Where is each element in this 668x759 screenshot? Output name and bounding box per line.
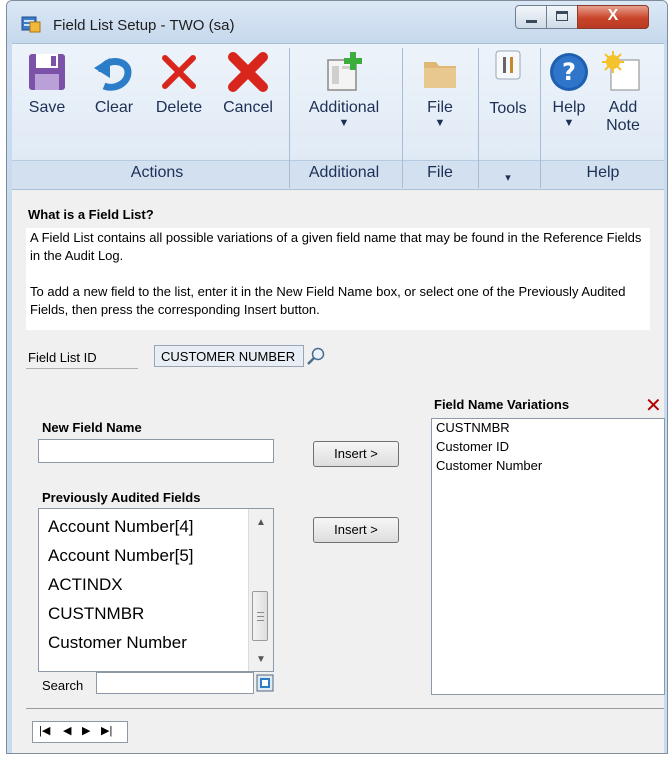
minimize-icon — [526, 20, 537, 23]
previous-record-icon[interactable]: ◀ — [63, 724, 71, 737]
bottom-divider — [26, 708, 664, 709]
file-dropdown-icon: ▼ — [434, 117, 446, 129]
delete-label: Delete — [155, 99, 203, 116]
maximize-icon — [556, 11, 568, 21]
tools-group-expand-icon[interactable]: ▾ — [482, 171, 534, 184]
list-item[interactable]: ACTINDX — [48, 575, 123, 595]
field-list-id-label: Field List ID — [28, 350, 97, 365]
additional-group-label: Additional — [308, 164, 380, 181]
first-record-icon[interactable]: |◀ — [39, 724, 50, 737]
scroll-up-icon[interactable]: ▲ — [256, 517, 266, 528]
lookup-magnifier-icon[interactable] — [306, 346, 326, 366]
additional-dropdown-icon: ▼ — [338, 117, 350, 129]
folder-icon — [424, 62, 456, 88]
info-heading: What is a Field List? — [28, 207, 154, 222]
cancel-label: Cancel — [223, 99, 273, 116]
file-label: File — [427, 99, 453, 116]
variations-list[interactable]: CUSTNMBR Customer ID Customer Number — [431, 418, 665, 695]
help-question-icon: ? — [550, 53, 588, 91]
note-icon — [602, 51, 640, 91]
search-label: Search — [42, 678, 84, 693]
field-list-id-field[interactable]: CUSTOMER NUMBER — [154, 345, 304, 367]
add-window-icon — [327, 52, 362, 91]
title-bar: Field List Setup - TWO (sa) X — [7, 1, 667, 43]
ribbon-separator — [289, 48, 290, 188]
tools-button[interactable]: Tools — [482, 50, 534, 118]
list-item[interactable]: Account Number[5] — [48, 546, 194, 566]
insert-audited-field-button[interactable]: Insert > — [313, 517, 399, 543]
search-go-icon[interactable] — [256, 674, 274, 692]
file-group-label: File — [427, 164, 453, 181]
cancel-button[interactable]: Cancel — [218, 50, 278, 117]
maximize-button[interactable] — [546, 5, 578, 29]
save-label: Save — [28, 99, 66, 116]
new-field-name-input[interactable] — [38, 439, 274, 463]
list-scrollbar[interactable]: ▲ ▼ — [248, 509, 273, 671]
last-record-icon[interactable]: ▶| — [101, 724, 112, 737]
field-list-setup-window: Field List Setup - TWO (sa) X Save Clear… — [6, 0, 668, 754]
delete-x-icon — [162, 55, 196, 89]
previously-audited-label: Previously Audited Fields — [42, 490, 201, 505]
save-button[interactable]: Save — [24, 50, 70, 117]
cancel-x-icon — [228, 52, 268, 92]
clear-label: Clear — [94, 99, 134, 116]
scroll-down-icon[interactable]: ▼ — [256, 654, 266, 665]
new-field-name-label: New Field Name — [42, 420, 142, 435]
ribbon-separator — [402, 48, 403, 188]
variation-item[interactable]: Customer ID — [436, 439, 509, 454]
thumb-grip — [257, 612, 264, 613]
thumb-grip — [257, 616, 264, 617]
variation-item[interactable]: Customer Number — [436, 458, 542, 473]
help-button[interactable]: ? Help ▼ — [544, 50, 594, 129]
window-title: Field List Setup - TWO (sa) — [53, 17, 235, 34]
help-group-label: Help — [586, 164, 620, 181]
next-record-icon[interactable]: ▶ — [82, 724, 90, 737]
help-label: Help — [552, 99, 586, 116]
undo-arrow-icon — [94, 58, 132, 91]
close-button[interactable]: X — [577, 5, 649, 29]
remove-variation-icon[interactable]: ✕ — [645, 393, 662, 418]
add-note-label-2: Note — [606, 117, 640, 134]
add-note-label-1: Add — [608, 99, 638, 116]
help-dropdown-icon: ▼ — [563, 117, 575, 129]
ribbon-separator — [478, 48, 479, 188]
record-navigation: |◀ ◀ ▶ ▶| — [32, 721, 128, 743]
tools-label: Tools — [489, 100, 527, 117]
insert-new-field-button[interactable]: Insert > — [313, 441, 399, 467]
svg-text:?: ? — [562, 58, 576, 86]
variations-label: Field Name Variations — [434, 397, 570, 412]
add-note-button[interactable]: Add Note — [598, 50, 648, 135]
info-paragraph-2: To add a new field to the list, enter it… — [30, 284, 626, 317]
field-list-id-underline — [26, 368, 138, 369]
app-icon — [21, 16, 41, 33]
previously-audited-list[interactable]: Account Number[4] Account Number[5] ACTI… — [38, 508, 274, 672]
info-paragraph-1: A Field List contains all possible varia… — [30, 230, 642, 263]
minimize-button[interactable] — [515, 5, 547, 29]
variation-item[interactable]: CUSTNMBR — [436, 420, 510, 435]
actions-group-label: Actions — [130, 164, 184, 181]
additional-button[interactable]: Additional ▼ — [296, 50, 392, 129]
thumb-grip — [257, 620, 264, 621]
additional-label: Additional — [308, 99, 380, 116]
delete-button[interactable]: Delete — [150, 50, 208, 117]
close-icon: X — [607, 7, 619, 24]
ribbon: Save Clear Delete Cancel Additional ▼ Fi… — [12, 43, 664, 191]
list-item[interactable]: Account Number[4] — [48, 517, 194, 537]
tools-icon — [495, 50, 521, 80]
file-button[interactable]: File ▼ — [410, 50, 470, 129]
list-item[interactable]: Customer Number — [48, 633, 187, 653]
floppy-disk-icon — [29, 54, 65, 90]
info-box: A Field List contains all possible varia… — [26, 228, 650, 330]
scroll-thumb[interactable] — [252, 591, 268, 641]
ribbon-separator — [540, 48, 541, 188]
list-item[interactable]: CUSTNMBR — [48, 604, 144, 624]
clear-button[interactable]: Clear — [90, 50, 138, 117]
form-area: What is a Field List? A Field List conta… — [12, 189, 665, 753]
search-input[interactable] — [96, 672, 254, 694]
